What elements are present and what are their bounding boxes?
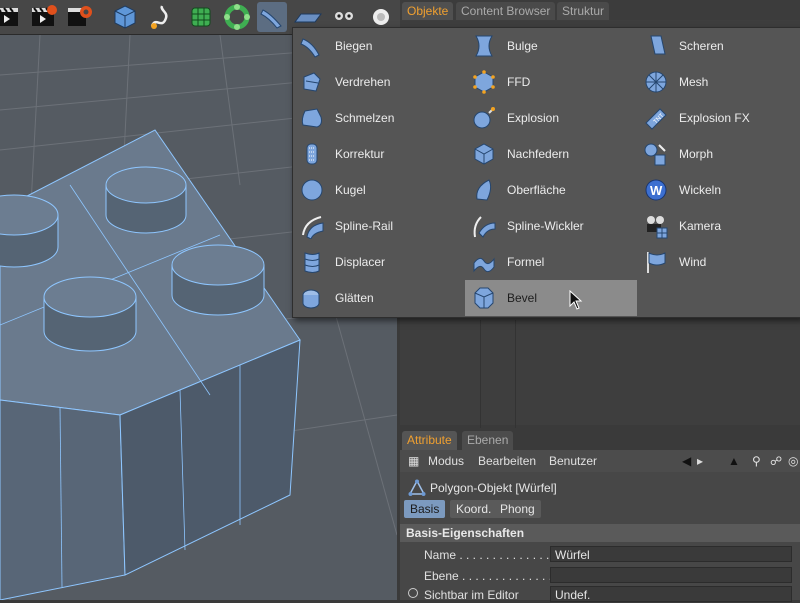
up-arrow-icon[interactable]: ▲ <box>728 454 740 468</box>
menu-item-formel[interactable]: Formel <box>465 244 637 280</box>
svg-text:W: W <box>650 183 663 198</box>
menu-item-scheren[interactable]: Scheren <box>637 28 800 64</box>
spline-wrap-icon <box>471 213 497 239</box>
menu-item-schmelzen[interactable]: Schmelzen <box>293 100 465 136</box>
menu-item-kamera[interactable]: Kamera <box>637 208 800 244</box>
jiggle-icon <box>471 141 497 167</box>
subtab-phong[interactable]: Phong <box>494 500 541 518</box>
prop-label-name: Name . . . . . . . . . . . . . . . <box>424 548 557 562</box>
tab-objekte[interactable]: Objekte <box>402 2 454 20</box>
object-manager-tabs: Objekte Content Browser Struktur <box>400 0 800 20</box>
correction-icon <box>299 141 325 167</box>
twist-icon <box>299 69 325 95</box>
menu-item-glaetten[interactable]: Glätten <box>293 280 465 316</box>
explosion-icon <box>471 105 497 131</box>
attribute-manager-tabs: Attribute Ebenen <box>400 428 800 450</box>
back-arrow-icon[interactable]: ◀ <box>682 454 691 468</box>
attribute-manager: Attribute Ebenen ▦ Modus Bearbeiten Benu… <box>400 428 800 602</box>
render-view-button[interactable] <box>0 2 22 32</box>
forward-arrow-icon[interactable]: ▸ <box>697 454 703 468</box>
bend-icon <box>299 33 325 59</box>
polygon-object-icon <box>408 479 426 496</box>
menu-item-mesh[interactable]: Mesh <box>637 64 800 100</box>
name-field[interactable]: Würfel <box>550 546 792 562</box>
subdivision-surface-button[interactable] <box>186 2 216 32</box>
deformer-button[interactable] <box>257 2 287 32</box>
displacer-icon <box>299 249 325 275</box>
tab-struktur[interactable]: Struktur <box>557 2 610 20</box>
menu-item-oberflaeche[interactable]: Oberfläche <box>465 172 637 208</box>
spline-rail-icon <box>299 213 325 239</box>
wind-icon <box>643 249 669 275</box>
section-basis-eigenschaften: Basis-Eigenschaften <box>400 524 800 542</box>
render-settings-button[interactable] <box>64 2 94 32</box>
menu-bearbeiten[interactable]: Bearbeiten <box>478 454 536 468</box>
menu-item-biegen[interactable]: Biegen <box>293 28 465 64</box>
menu-item-ffd[interactable]: FFD <box>465 64 637 100</box>
new-manager-icon[interactable]: ◎ <box>788 454 798 468</box>
formula-icon <box>471 249 497 275</box>
menu-item-korrektur[interactable]: Korrektur <box>293 136 465 172</box>
melt-icon <box>299 105 325 131</box>
render-picture-viewer-button[interactable] <box>28 2 58 32</box>
menu-item-bulge[interactable]: Bulge <box>465 28 637 64</box>
menu-benutzer[interactable]: Benutzer <box>549 454 597 468</box>
menu-item-morph[interactable]: Morph <box>637 136 800 172</box>
subtab-basis[interactable]: Basis <box>404 500 446 518</box>
menu-item-wickeln[interactable]: W Wickeln <box>637 172 800 208</box>
column-divider <box>515 320 516 445</box>
explosion-fx-icon: TNT <box>643 105 669 131</box>
ebene-field[interactable] <box>550 567 792 583</box>
sphere-icon <box>299 177 325 203</box>
menu-item-bevel[interactable]: Bevel <box>465 280 637 316</box>
mouse-cursor-icon <box>569 290 583 310</box>
ffd-icon <box>471 69 497 95</box>
menu-item-verdrehen[interactable]: Verdrehen <box>293 64 465 100</box>
search-icon[interactable]: ⚲ <box>752 454 761 468</box>
shear-icon <box>643 33 669 59</box>
tab-content-browser[interactable]: Content Browser <box>456 2 556 20</box>
menu-item-spline-wickler[interactable]: Spline-Wickler <box>465 208 637 244</box>
mesh-icon <box>643 69 669 95</box>
morph-icon <box>643 141 669 167</box>
bevel-icon <box>471 285 497 311</box>
grid-icon[interactable]: ▦ <box>408 454 419 468</box>
lock-icon[interactable]: ☍ <box>770 454 782 468</box>
attribute-menu-bar: ▦ Modus Bearbeiten Benutzer ◀ ▸ ▲ ⚲ ☍ ◎ <box>400 450 800 472</box>
wrap-icon: W <box>643 177 669 203</box>
menu-modus[interactable]: Modus <box>428 454 464 468</box>
array-button[interactable] <box>222 2 252 32</box>
tab-ebenen[interactable]: Ebenen <box>462 431 514 450</box>
menu-item-kugel[interactable]: Kugel <box>293 172 465 208</box>
camera-deformer-icon <box>643 213 669 239</box>
spline-pen-button[interactable] <box>146 2 176 32</box>
object-title: Polygon-Objekt [Würfel] <box>430 481 557 495</box>
bulge-icon <box>471 33 497 59</box>
tab-attribute[interactable]: Attribute <box>402 431 457 450</box>
menu-item-displacer[interactable]: Displacer <box>293 244 465 280</box>
menu-item-explosion[interactable]: Explosion <box>465 100 637 136</box>
cube-object-button[interactable] <box>110 2 140 32</box>
smooth-icon <box>299 285 325 311</box>
menu-item-spline-rail[interactable]: Spline-Rail <box>293 208 465 244</box>
surface-icon <box>471 177 497 203</box>
menu-item-explosion-fx[interactable]: TNT Explosion FX <box>637 100 800 136</box>
subtab-koord[interactable]: Koord. <box>450 500 498 518</box>
animation-keyframe-radio[interactable] <box>408 588 418 598</box>
deformer-menu: Biegen Verdrehen Schmelzen Korrektur Kug… <box>292 27 800 318</box>
menu-item-wind[interactable]: Wind <box>637 244 800 280</box>
prop-label-ebene: Ebene . . . . . . . . . . . . . . . <box>424 569 559 583</box>
menu-item-nachfedern[interactable]: Nachfedern <box>465 136 637 172</box>
column-divider <box>480 320 481 445</box>
